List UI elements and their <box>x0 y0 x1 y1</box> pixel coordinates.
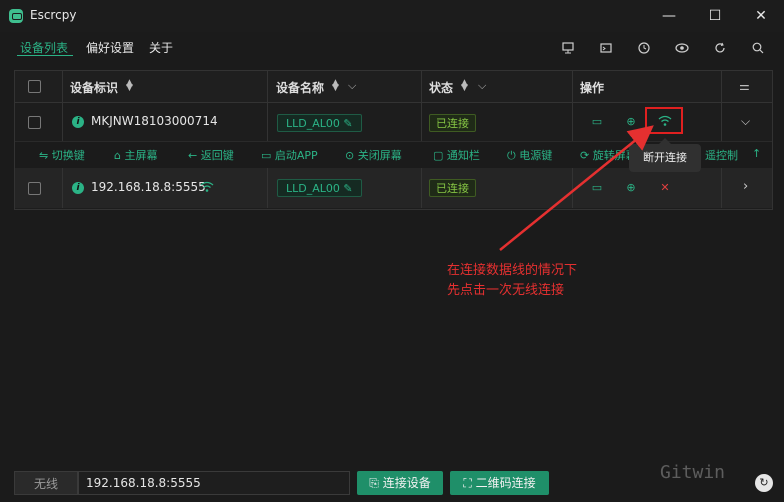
connection-type-label: 无线 <box>14 471 78 495</box>
watermark-logo: Gitwin <box>660 462 726 483</box>
annotation-text: 在连接数据线的情况下 先点击一次无线连接 <box>447 263 578 298</box>
qr-connect-button[interactable]: ⛶ 二维码连接 <box>450 471 549 495</box>
scan-icon: ⛶ <box>463 476 476 490</box>
link-icon: ⎘ <box>369 476 383 490</box>
connect-device-button[interactable]: ⎘ 连接设备 <box>357 471 443 495</box>
refresh-float-icon[interactable]: ↻ <box>755 474 773 492</box>
annotation-arrow <box>499 125 654 251</box>
address-input[interactable] <box>78 471 350 495</box>
